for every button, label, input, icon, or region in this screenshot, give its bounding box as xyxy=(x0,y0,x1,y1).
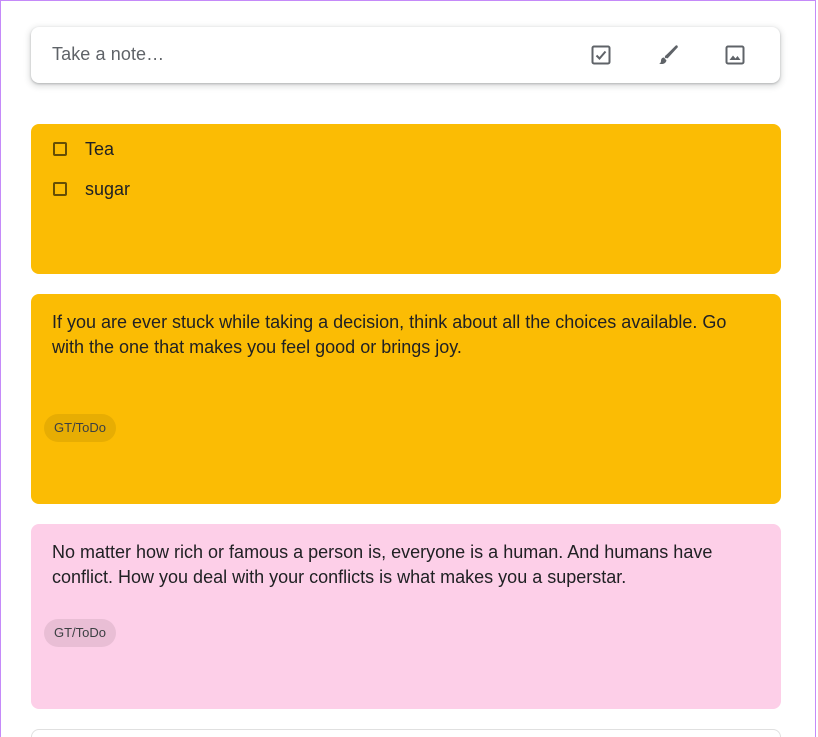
checklist-item: Tea xyxy=(53,137,114,161)
note-body-text: If you are ever stuck while taking a dec… xyxy=(52,312,727,357)
note-label-chip[interactable]: GT/ToDo xyxy=(44,619,117,647)
note-body-text: No matter how rich or famous a person is… xyxy=(52,542,713,587)
checklist-item: sugar xyxy=(53,177,130,201)
new-list-checkbox-icon[interactable] xyxy=(586,40,616,70)
note-card[interactable]: No matter how rich or famous a person is… xyxy=(31,524,781,709)
new-drawing-brush-icon[interactable] xyxy=(653,40,683,70)
new-image-note-icon[interactable] xyxy=(720,40,750,70)
note-checklist[interactable]: Tea sugar xyxy=(31,124,781,274)
checkbox-icon[interactable] xyxy=(53,142,67,156)
take-note-placeholder[interactable]: Take a note… xyxy=(52,44,164,65)
checklist-item-label: sugar xyxy=(85,178,131,199)
note-label-chip[interactable]: GT/ToDo xyxy=(44,414,117,442)
note-card[interactable]: If you are ever stuck while taking a dec… xyxy=(31,294,781,504)
take-note-bar[interactable]: Take a note… xyxy=(31,27,780,83)
checkbox-icon[interactable] xyxy=(53,182,67,196)
checklist-item-label: Tea xyxy=(85,138,115,159)
notes-page: Take a note… Tea sugar If you are ever s… xyxy=(0,0,816,737)
note-card-partial[interactable] xyxy=(31,729,781,737)
